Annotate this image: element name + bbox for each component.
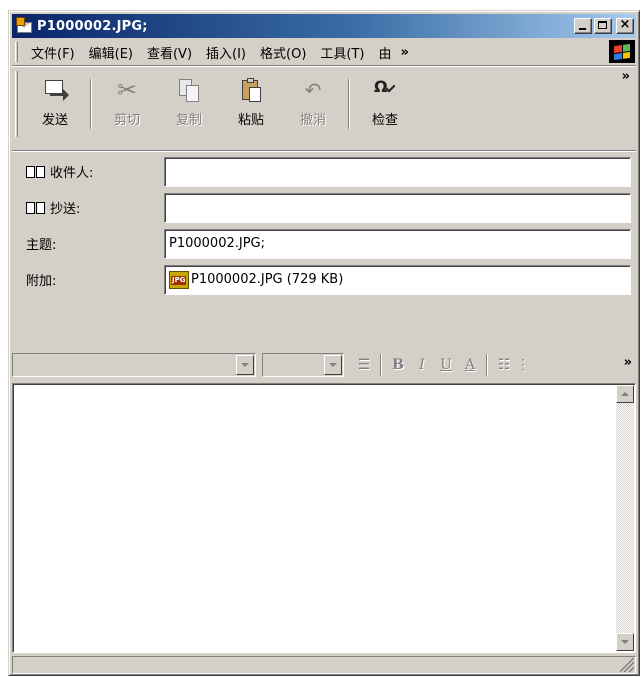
windows-logo-icon	[609, 40, 635, 63]
toolbar-separator	[90, 79, 92, 129]
attach-label: 附加:	[26, 274, 57, 289]
scroll-down-button[interactable]	[616, 633, 634, 651]
message-header: 收件人: 抄送: 主题: P1000002.JPG; 附加: JPG P1000…	[12, 153, 636, 343]
title-bar[interactable]: P1000002.JPG; ×	[12, 14, 636, 38]
undo-label: 撤消	[299, 113, 326, 128]
format-overflow-chevron[interactable]: »	[624, 355, 632, 370]
close-icon: ×	[619, 17, 631, 32]
format-separator	[380, 354, 382, 376]
address-book-icon	[26, 201, 46, 215]
subject-field[interactable]: P1000002.JPG;	[164, 228, 631, 259]
copy-button[interactable]: 复制	[158, 73, 220, 135]
paste-button[interactable]: 粘贴	[220, 73, 282, 135]
cc-label: 抄送:	[50, 202, 81, 217]
attachment-item[interactable]: P1000002.JPG (729 KB)	[191, 272, 343, 287]
scissors-icon: ✂	[116, 76, 138, 104]
status-bar	[12, 656, 636, 674]
cut-label: 剪切	[113, 113, 140, 128]
menu-view[interactable]: 查看(V)	[140, 41, 199, 64]
arrow-up-icon	[621, 392, 629, 396]
bullet-list-button[interactable]: ☷	[492, 357, 516, 373]
format-separator	[486, 354, 488, 376]
undo-button[interactable]: ↶ 撤消	[282, 73, 344, 135]
cc-row: 抄送:	[12, 191, 636, 224]
chevron-down-icon	[329, 363, 337, 367]
to-label-button[interactable]: 收件人:	[26, 162, 93, 181]
paste-label: 粘贴	[237, 113, 264, 128]
font-name-combo[interactable]	[12, 353, 256, 377]
more-format-icon: ⋮	[516, 357, 530, 373]
undo-icon: ↶	[304, 78, 322, 102]
italic-button[interactable]: I	[410, 357, 434, 373]
menu-file[interactable]: 文件(F)	[24, 41, 82, 64]
formatting-toolbar: ☰ B I U A ☷ ⋮ »	[12, 349, 636, 381]
cut-button[interactable]: ✂ 剪切	[96, 73, 158, 135]
font-size-combo[interactable]	[262, 353, 344, 377]
font-size-dropdown-button[interactable]	[324, 355, 342, 375]
chevron-down-icon	[241, 363, 249, 367]
send-label: 发送	[41, 113, 68, 128]
check-names-label: 检查	[371, 113, 398, 128]
resize-grip-icon[interactable]	[620, 658, 634, 672]
menu-tools[interactable]: 工具(T)	[313, 41, 371, 64]
subject-row: 主题: P1000002.JPG;	[12, 227, 636, 260]
compose-window: P1000002.JPG; × 文件(F) 编辑(E) 查看(V) 插入(I) …	[8, 10, 640, 676]
font-color-button[interactable]: A	[458, 357, 482, 373]
close-button[interactable]: ×	[616, 17, 634, 34]
copy-icon	[176, 77, 202, 103]
paragraph-style-button[interactable]: ☰	[352, 357, 376, 373]
to-row: 收件人:	[12, 155, 636, 188]
maximize-button[interactable]	[594, 18, 612, 34]
underline-button[interactable]: U	[434, 357, 458, 373]
attach-row: 附加: JPG P1000002.JPG (729 KB)	[12, 263, 636, 296]
menu-format[interactable]: 格式(O)	[253, 41, 313, 64]
menu-insert[interactable]: 插入(I)	[199, 41, 253, 64]
standard-toolbar: 发送 ✂ 剪切 复制 粘贴 ↶ 撤消 Ω 检查 »	[12, 67, 636, 149]
paste-icon	[238, 77, 264, 103]
send-button[interactable]: 发送	[24, 73, 86, 135]
cc-label-button[interactable]: 抄送:	[26, 198, 80, 217]
new-message-icon	[16, 17, 34, 35]
vertical-scrollbar[interactable]	[616, 385, 634, 651]
menu-message[interactable]: 由	[372, 41, 399, 64]
scroll-up-button[interactable]	[616, 385, 634, 403]
menu-edit[interactable]: 编辑(E)	[82, 41, 140, 64]
toolbar-overflow-chevron[interactable]: »	[622, 69, 630, 84]
subject-label: 主题:	[26, 238, 57, 253]
message-body-editor[interactable]	[12, 383, 636, 653]
window-title: P1000002.JPG;	[37, 18, 148, 34]
toolbar-separator	[348, 79, 350, 129]
copy-label: 复制	[175, 113, 202, 128]
menu-overflow-chevron[interactable]: »	[401, 45, 409, 60]
attach-field[interactable]: JPG P1000002.JPG (729 KB)	[164, 264, 631, 295]
toolbar-separator-bottom	[12, 150, 636, 152]
to-field[interactable]	[164, 156, 631, 187]
arrow-down-icon	[621, 640, 629, 644]
minimize-button[interactable]	[574, 18, 592, 34]
menubar-grip[interactable]	[15, 42, 18, 62]
address-book-icon	[26, 165, 46, 179]
toolbar-grip[interactable]	[15, 71, 18, 137]
bold-button[interactable]: B	[386, 357, 410, 373]
check-names-button[interactable]: Ω 检查	[354, 73, 416, 135]
menu-bar: 文件(F) 编辑(E) 查看(V) 插入(I) 格式(O) 工具(T) 由 »	[12, 40, 636, 64]
to-label: 收件人:	[50, 166, 94, 181]
jpg-file-icon: JPG	[169, 270, 189, 289]
font-name-dropdown-button[interactable]	[236, 355, 254, 375]
cc-field[interactable]	[164, 192, 631, 223]
send-icon	[42, 77, 69, 103]
check-names-icon: Ω	[372, 77, 398, 103]
